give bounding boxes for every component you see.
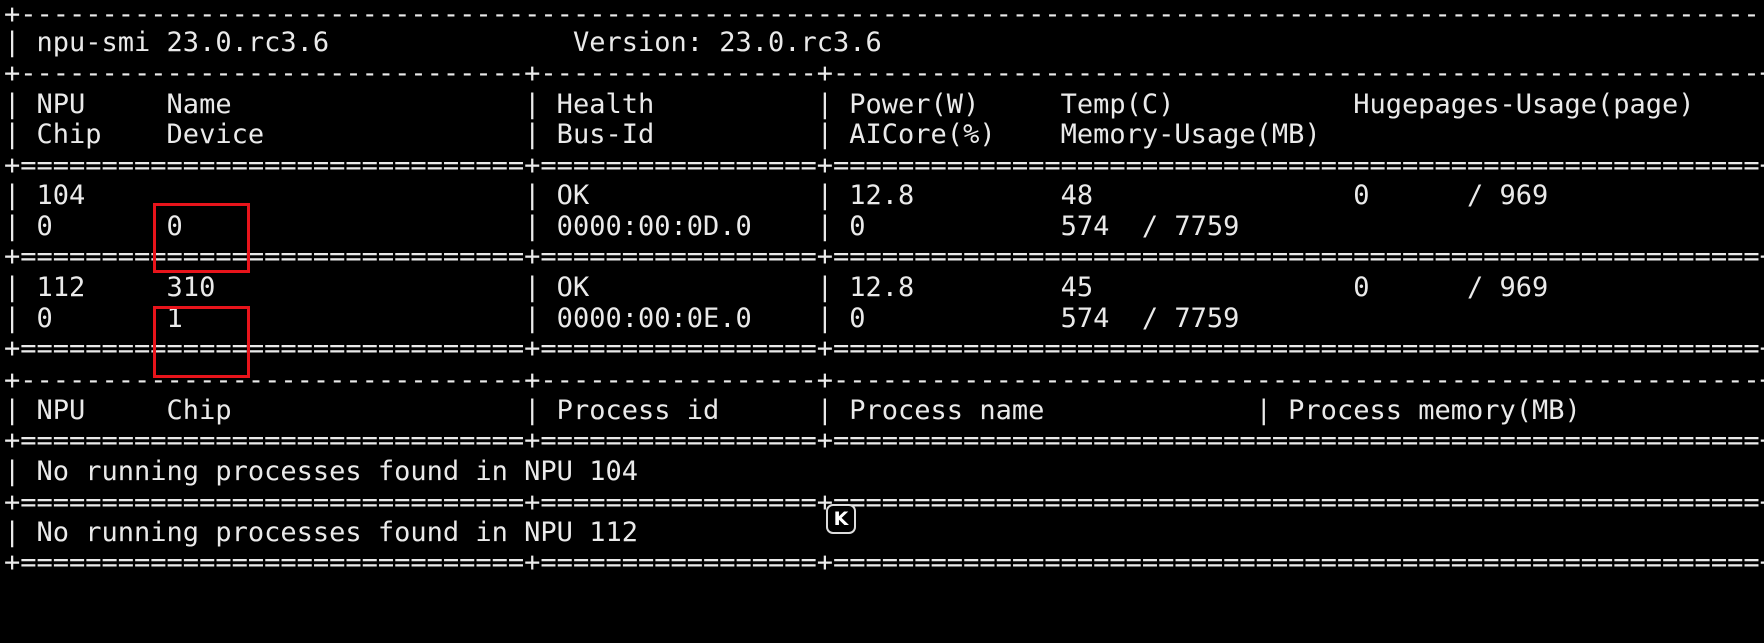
terminal-line: +===============================+=======…: [4, 425, 1764, 456]
terminal-line: | 112 310 | OK | 12.8 45 0 / 969 |: [4, 272, 1764, 303]
terminal-line: +===============================+=======…: [4, 241, 1764, 272]
highlight-box-device-0: [153, 203, 250, 273]
k-logo-icon: K: [826, 504, 856, 534]
terminal-line: +-------------------------------+-------…: [4, 58, 1764, 89]
terminal-line: | No running processes found in NPU 104 …: [4, 456, 1764, 487]
terminal-line: | 104 | OK | 12.8 48 0 / 969 |: [4, 180, 1764, 211]
terminal-line: | npu-smi 23.0.rc3.6 Version: 23.0.rc3.6…: [4, 27, 1764, 58]
terminal-line: +===============================+=======…: [4, 333, 1764, 364]
terminal-line: +===============================+=======…: [4, 547, 1764, 578]
terminal-line: | Chip Device | Bus-Id | AICore(%) Memor…: [4, 119, 1764, 150]
highlight-box-device-1: [153, 306, 250, 378]
terminal-window: +---------------------------------------…: [0, 0, 1764, 643]
